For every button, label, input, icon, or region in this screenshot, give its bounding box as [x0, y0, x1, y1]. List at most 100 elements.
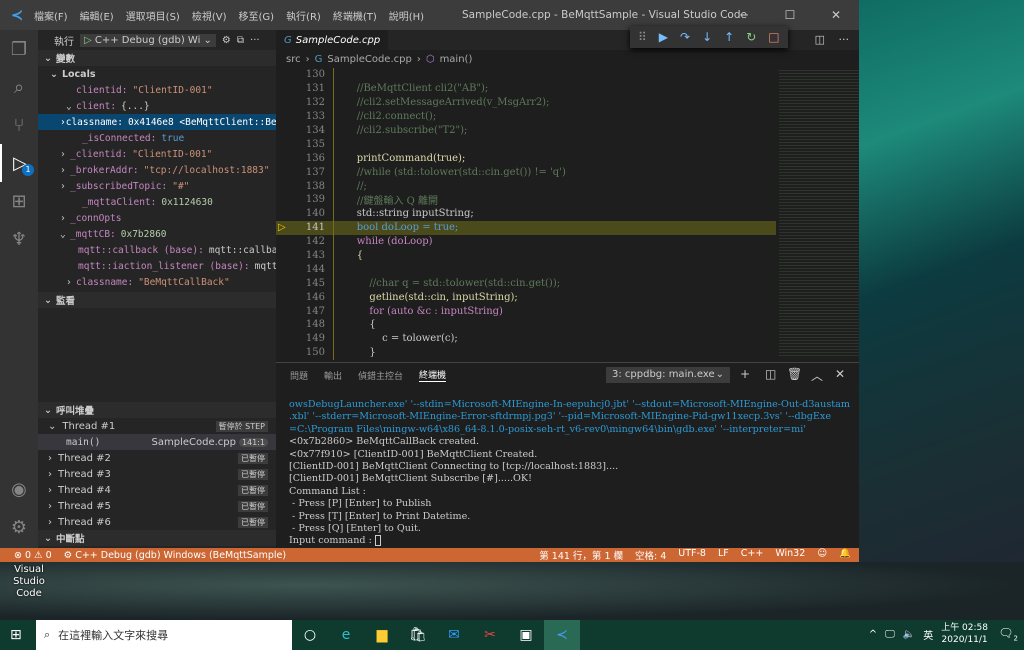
menu-item[interactable]: 說明(H)	[389, 12, 424, 23]
thread-item[interactable]: › Thread #3 已暫停	[38, 466, 276, 482]
more-icon[interactable]: ···	[250, 35, 260, 46]
thread-item[interactable]: › Thread #5 已暫停	[38, 498, 276, 514]
variable-value: 0x7b2860	[120, 228, 167, 240]
taskbar-search[interactable]: ⌕ 在這裡輸入文字來搜尋	[36, 620, 292, 650]
thread-item[interactable]: › Thread #4 已暫停	[38, 482, 276, 498]
cortana-icon[interactable]: ○	[292, 620, 328, 650]
drag-handle-icon[interactable]: ⠿	[638, 30, 647, 44]
variable-row[interactable]: › _connOpts	[38, 210, 276, 226]
problems-status[interactable]: ⊗ 0 ⚠ 0	[14, 550, 52, 561]
language-status[interactable]: C++	[741, 548, 764, 562]
explorer-icon[interactable]: ❐	[0, 30, 38, 68]
menu-item[interactable]: 選取項目(S)	[126, 12, 180, 23]
panel-tab[interactable]: 偵錯主控台	[358, 369, 403, 382]
cursor-position[interactable]: 第 141 行，第 1 欄	[539, 548, 623, 562]
vscode-taskbar-icon[interactable]: ≺	[544, 620, 580, 650]
variable-row[interactable]: ⌄ _mqttCB: 0x7b2860	[38, 226, 276, 242]
debug-status[interactable]: ⚙ C++ Debug (gdb) Windows (BeMqttSample)	[64, 550, 286, 561]
mail-icon[interactable]: ✉	[436, 620, 472, 650]
step-over-icon[interactable]: ↷	[680, 30, 690, 44]
debug-config-select[interactable]: ▷ C++ Debug (gdb) Wi ⌄	[80, 33, 216, 47]
close-button[interactable]: ✕	[813, 0, 859, 30]
volume-icon[interactable]: 🔈	[903, 629, 915, 640]
tool-icon[interactable]: ✂	[472, 620, 508, 650]
extensions-icon[interactable]: ⊞	[0, 182, 38, 220]
variable-row[interactable]: › _brokerAddr: "tcp://localhost:1883"	[38, 162, 276, 178]
feedback-icon[interactable]: ☺	[817, 548, 827, 562]
breakpoints-section-header[interactable]: ⌄ 中斷點	[38, 530, 276, 546]
start-button[interactable]: ⊞	[10, 627, 22, 643]
stop-icon[interactable]: □	[768, 30, 779, 44]
callstack-section-header[interactable]: ⌄ 呼叫堆疊	[38, 402, 276, 418]
variable-row[interactable]: _isConnected: true	[38, 130, 276, 146]
eol-status[interactable]: LF	[718, 548, 729, 562]
menu-item[interactable]: 執行(R)	[286, 12, 321, 23]
close-panel-icon[interactable]: ✕	[835, 367, 845, 381]
edge-icon[interactable]: e	[328, 620, 364, 650]
notification-icon[interactable]: 🗨2	[998, 626, 1018, 642]
menu-item[interactable]: 檔案(F)	[34, 12, 68, 23]
terminal-output[interactable]: owsDebugLauncher.exe' '--stdin=Microsoft…	[289, 399, 850, 548]
variable-row[interactable]: › classname: "BeMqttCallBack"	[38, 274, 276, 290]
code-area[interactable]: 130 131 //BeMqttClient cli2("AB"); 132 //c…	[276, 68, 776, 360]
terminal-line: <0x7b2860> BeMqttCallBack created.	[289, 436, 479, 448]
watch-section-header[interactable]: ⌄ 監看	[38, 292, 276, 308]
variable-row[interactable]: clientid: "ClientID-001"	[38, 82, 276, 98]
continue-icon[interactable]: ▶	[659, 30, 668, 44]
panel-tab[interactable]: 終端機	[419, 368, 447, 382]
search-icon[interactable]: ⌕	[0, 68, 38, 106]
step-into-icon[interactable]: ↓	[702, 30, 712, 44]
panel-tab[interactable]: 輸出	[324, 369, 342, 382]
clock[interactable]: 上午 02:58 2020/11/1	[941, 622, 988, 646]
thread-item[interactable]: › Thread #6 已暫停	[38, 514, 276, 530]
variable-row[interactable]: › classname: 0x4146e8 <BeMqttClient::BeM…	[38, 114, 276, 130]
menu-item[interactable]: 移至(G)	[239, 12, 275, 23]
new-terminal-icon[interactable]: +	[740, 367, 750, 381]
source-control-icon[interactable]: ⑂	[0, 106, 38, 144]
file-explorer-icon[interactable]: ▆	[364, 620, 400, 650]
variable-row[interactable]: _mqttaClient: 0x1124630	[38, 194, 276, 210]
indent-status[interactable]: 空格: 4	[635, 548, 666, 562]
thread-item[interactable]: ⌄ Thread #1 暫停於 STEP	[38, 418, 276, 434]
variable-row[interactable]: mqtt::callback (base): mqtt::callback	[38, 242, 276, 258]
debug-console-icon[interactable]: ⧉	[237, 35, 244, 46]
extension-bird-icon[interactable]: ♆	[0, 220, 38, 258]
ime-indicator[interactable]: 英	[923, 627, 933, 642]
settings-gear-icon[interactable]: ⚙	[0, 508, 38, 546]
variable-row[interactable]: › _subscribedTopic: "#"	[38, 178, 276, 194]
platform-status[interactable]: Win32	[775, 548, 805, 562]
split-editor-icon[interactable]: ◫	[815, 33, 825, 46]
variables-section-header[interactable]: ⌄ 變數	[38, 50, 276, 66]
variable-row[interactable]: mqtt::iaction_listener (base): mqtt:…	[38, 258, 276, 274]
minimap[interactable]	[779, 68, 859, 358]
bell-icon[interactable]: 🔔	[839, 548, 851, 562]
trash-icon[interactable]: 🗑	[787, 367, 802, 381]
network-icon[interactable]: 🖵	[885, 629, 895, 640]
run-debug-icon[interactable]: ▷ 1	[0, 144, 38, 182]
tab-samplecode[interactable]: G SampleCode.cpp	[276, 30, 389, 50]
desktop-icon-vscode[interactable]: Visual Studio Code	[2, 564, 56, 600]
menu-item[interactable]: 編輯(E)	[80, 12, 114, 23]
terminal-select[interactable]: 3: cppdbg: main.exe ⌄	[606, 367, 730, 383]
encoding-status[interactable]: UTF-8	[678, 548, 706, 562]
account-icon[interactable]: ◉	[0, 470, 38, 508]
thread-item[interactable]: › Thread #2 已暫停	[38, 450, 276, 466]
maximize-panel-icon[interactable]: ︿	[811, 367, 823, 384]
restart-icon[interactable]: ↻	[746, 30, 756, 44]
menu-item[interactable]: 檢視(V)	[192, 12, 227, 23]
tray-chevron-icon[interactable]: ^	[869, 629, 877, 640]
terminal-app-icon[interactable]: ▣	[508, 620, 544, 650]
menu-item[interactable]: 終端機(T)	[333, 12, 377, 23]
stack-frame[interactable]: main() SampleCode.cpp 141:1	[38, 434, 276, 450]
panel-tab[interactable]: 問題	[290, 369, 308, 382]
variable-row[interactable]: ⌄ client: {...}	[38, 98, 276, 114]
step-out-icon[interactable]: ↑	[724, 30, 734, 44]
code-line: 133 //cli2.connect();	[276, 109, 776, 124]
variable-row[interactable]: › _clientid: "ClientID-001"	[38, 146, 276, 162]
locals-scope[interactable]: ⌄ Locals	[38, 66, 276, 82]
code-text	[333, 68, 344, 82]
store-icon[interactable]: 🛍	[400, 620, 436, 650]
gear-icon[interactable]: ⚙	[222, 35, 231, 46]
more-actions-icon[interactable]: ···	[839, 33, 850, 46]
split-terminal-icon[interactable]: ◫	[765, 367, 776, 381]
